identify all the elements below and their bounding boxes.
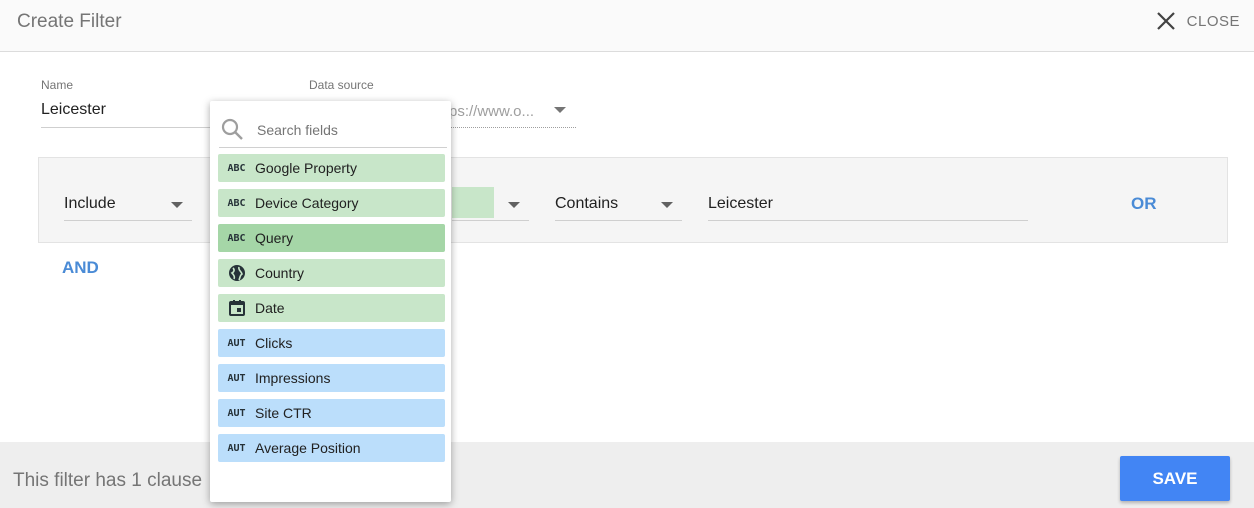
close-label: CLOSE <box>1186 12 1240 30</box>
field-item-label: Clicks <box>255 335 293 351</box>
field-item-country[interactable]: Country <box>218 259 445 287</box>
field-item-date[interactable]: Date <box>218 294 445 322</box>
text-type-icon: ABC <box>227 162 246 174</box>
chevron-down-icon <box>171 202 183 208</box>
dialog-footer: This filter has 1 clause SAVE <box>0 442 1254 508</box>
include-select[interactable]: Include <box>64 187 192 221</box>
chevron-down-icon <box>508 202 520 208</box>
field-item-label: Query <box>255 230 294 246</box>
save-button[interactable]: SAVE <box>1120 456 1230 501</box>
field-item-label: Date <box>255 300 285 316</box>
field-item-clicks[interactable]: AUT Clicks <box>218 329 445 357</box>
field-item-average-position[interactable]: AUT Average Position <box>218 434 445 462</box>
globe-icon <box>218 264 255 282</box>
search-placeholder: Search fields <box>257 122 338 138</box>
text-type-icon: ABC <box>227 232 246 244</box>
datasource-label: Data source <box>309 78 374 92</box>
field-item-google-property[interactable]: ABC Google Property <box>218 154 445 182</box>
match-value: Leicester <box>708 195 773 212</box>
dialog-title: Create Filter <box>17 11 122 32</box>
and-button[interactable]: AND <box>62 258 99 278</box>
operator-select[interactable]: Contains <box>555 187 682 221</box>
name-label: Name <box>41 78 74 92</box>
field-dropdown: Search fields ABC Google Property ABC De… <box>210 101 451 502</box>
field-item-site-ctr[interactable]: AUT Site CTR <box>218 399 445 427</box>
close-icon <box>1156 12 1175 30</box>
auto-type-icon: AUT <box>227 407 246 419</box>
field-item-label: Site CTR <box>255 405 312 421</box>
text-type-icon: ABC <box>227 197 246 209</box>
auto-type-icon: AUT <box>227 337 246 349</box>
dialog-header: Create Filter CLOSE <box>0 0 1254 52</box>
auto-type-icon: AUT <box>227 442 246 454</box>
field-item-label: Device Category <box>255 195 359 211</box>
field-item-device-category[interactable]: ABC Device Category <box>218 189 445 217</box>
chevron-down-icon <box>554 107 566 113</box>
search-fields-input[interactable]: Search fields <box>219 115 447 148</box>
or-button[interactable]: OR <box>1131 194 1157 214</box>
selected-field-chip <box>452 187 494 218</box>
clause-summary: This filter has 1 clause <box>13 470 203 491</box>
field-item-impressions[interactable]: AUT Impressions <box>218 364 445 392</box>
match-value-input[interactable]: Leicester <box>708 187 1028 221</box>
calendar-icon <box>218 299 255 317</box>
chevron-down-icon <box>661 202 673 208</box>
close-button[interactable]: CLOSE <box>1155 10 1240 32</box>
field-item-label: Google Property <box>255 160 357 176</box>
field-item-label: Impressions <box>255 370 331 386</box>
field-item-label: Average Position <box>255 440 361 456</box>
search-icon <box>221 118 243 140</box>
field-item-label: Country <box>255 265 305 281</box>
datasource-value: ps://www.o... <box>449 103 535 120</box>
field-item-query[interactable]: ABC Query <box>218 224 445 252</box>
operator-value: Contains <box>555 195 619 212</box>
include-value: Include <box>64 195 116 212</box>
auto-type-icon: AUT <box>227 372 246 384</box>
